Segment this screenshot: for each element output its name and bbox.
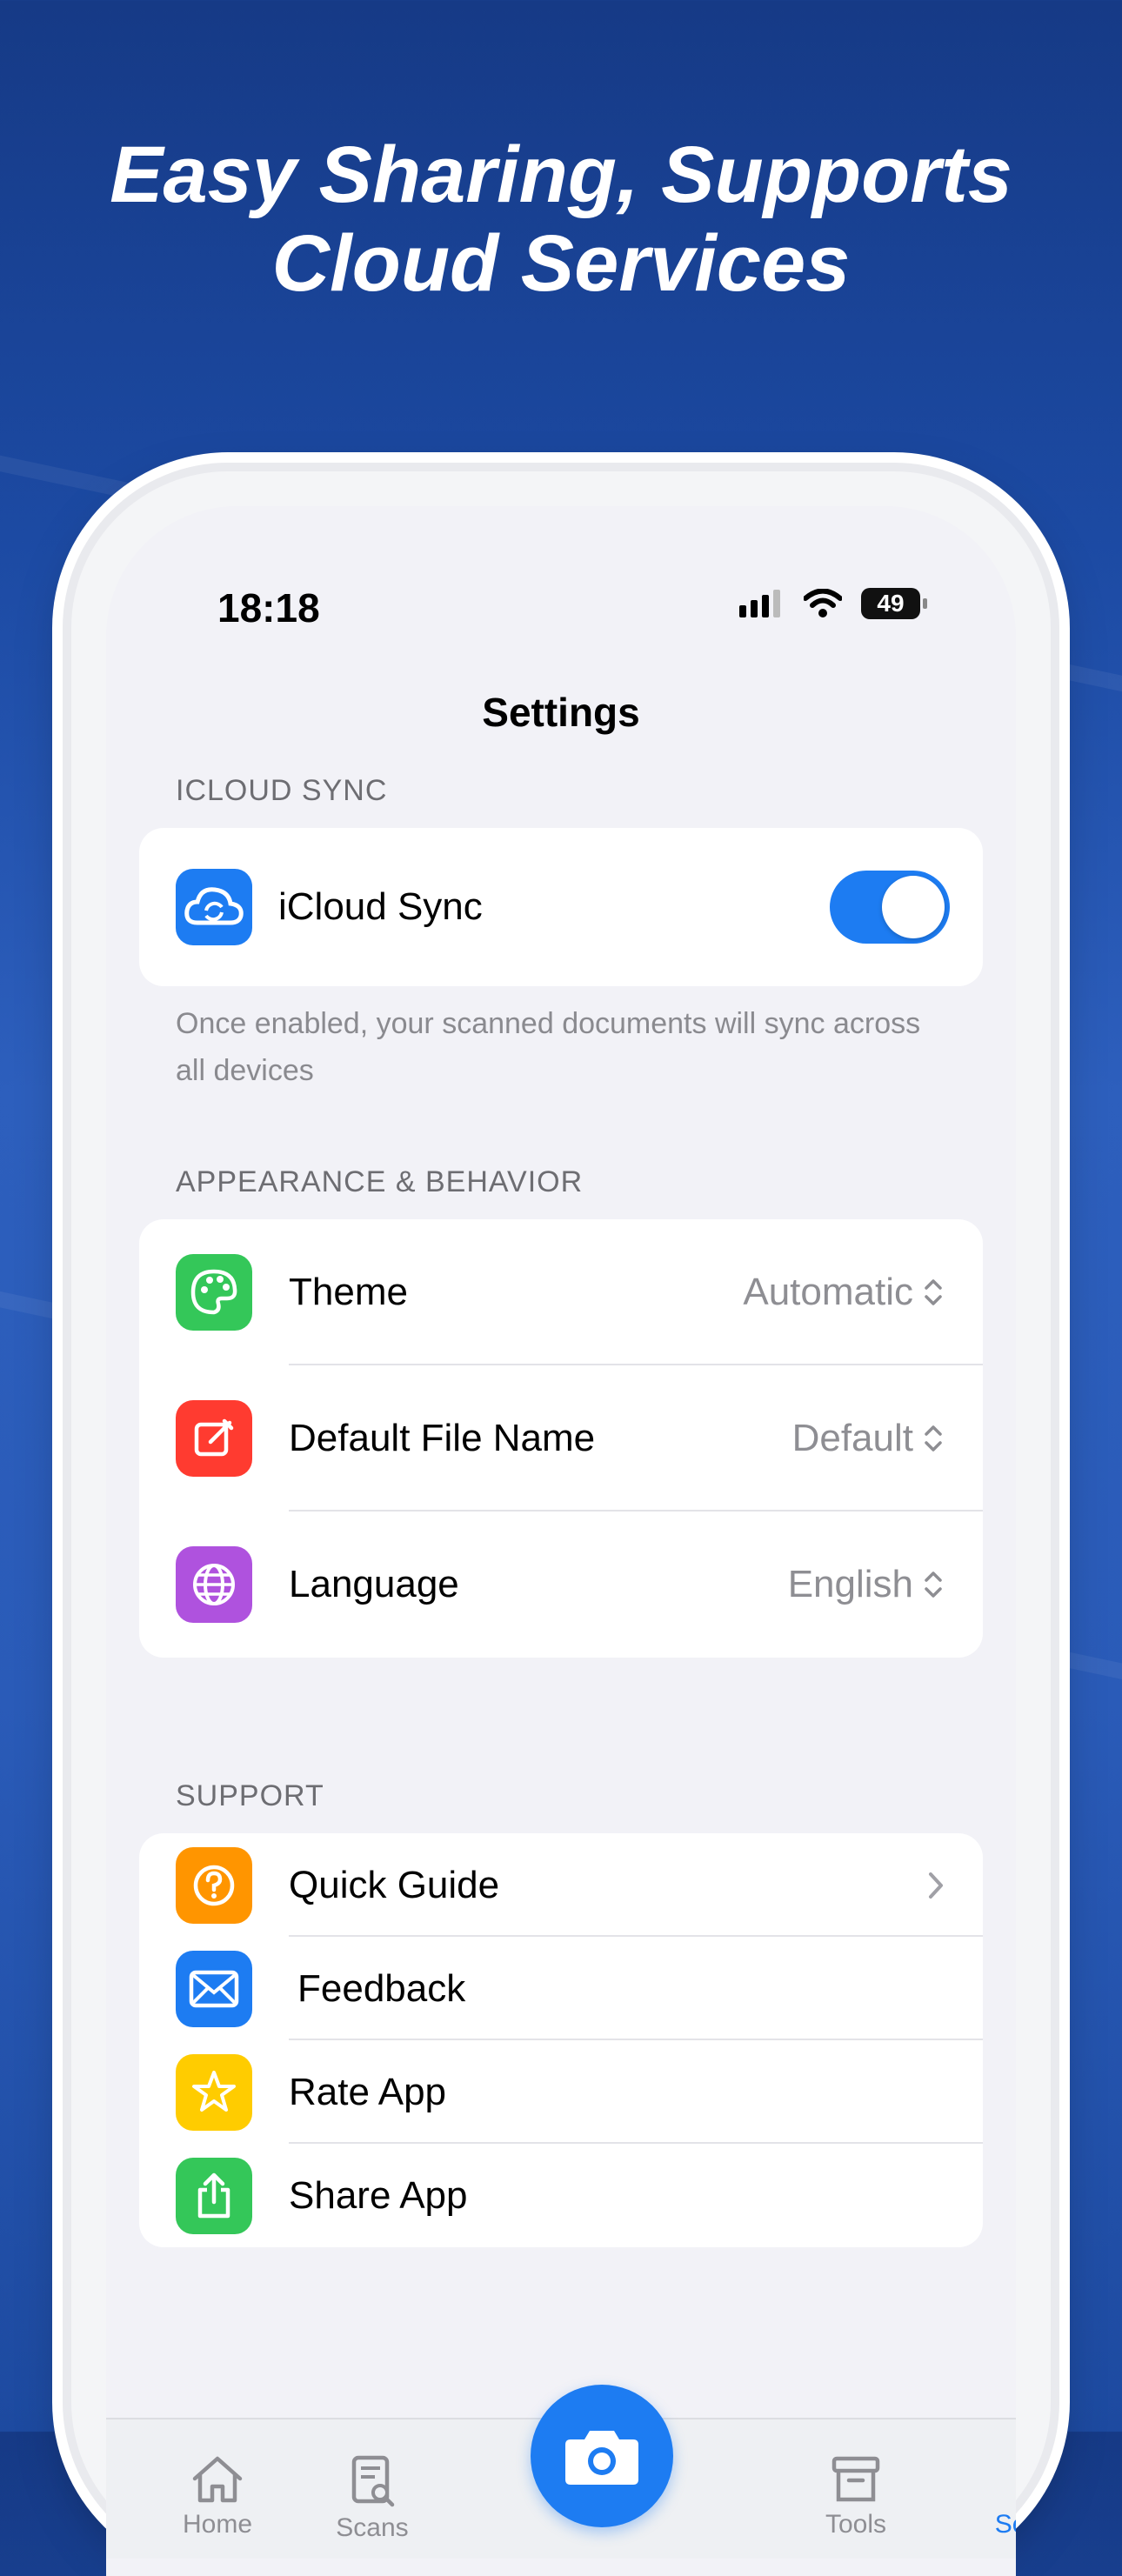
icloud-sync-row: iCloud Sync [139, 828, 983, 986]
settings-row-share-app[interactable]: Share App [139, 2144, 983, 2247]
share-icon [176, 2157, 252, 2234]
rate-app-label: Rate App [289, 2070, 447, 2113]
home-icon [192, 2456, 243, 2503]
tools-icon [831, 2456, 880, 2502]
globe-icon [176, 1546, 252, 1623]
tab-settings-label: Settings [994, 2510, 1016, 2539]
section-header-icloud: ICLOUD SYNC [176, 774, 388, 807]
tab-settings[interactable]: Settings [972, 2454, 1016, 2539]
chevron-up-down-icon [925, 1425, 942, 1452]
settings-row-default-file-name[interactable]: Default File Name Default [139, 1365, 983, 1512]
tab-bar: Home Scans Tools S [106, 2385, 1016, 2559]
tab-scans-label: Scans [336, 2513, 409, 2542]
language-value-text: English [787, 1563, 913, 1605]
icloud-sync-label: iCloud Sync [278, 885, 483, 928]
section-header-support: SUPPORT [176, 1779, 324, 1812]
quick-guide-label: Quick Guide [289, 1863, 500, 1906]
camera-icon [565, 2431, 638, 2485]
tab-tools-label: Tools [825, 2510, 887, 2539]
star-icon [176, 2053, 252, 2131]
phone-side-button [57, 1061, 66, 1209]
cloud-sync-icon [176, 869, 252, 945]
appearance-card: Theme Automatic Default File Name Defaul… [139, 1219, 983, 1658]
settings-row-theme[interactable]: Theme Automatic [139, 1219, 983, 1365]
settings-row-quick-guide[interactable]: Quick Guide [139, 1833, 983, 1937]
tab-home-label: Home [182, 2510, 253, 2539]
phone-side-button [1056, 1113, 1065, 1348]
icloud-card: iCloud Sync [139, 828, 983, 986]
wifi-icon [804, 589, 842, 617]
tab-home[interactable]: Home [148, 2454, 287, 2539]
chevron-up-down-icon [925, 1572, 942, 1598]
status-time: 18:18 [217, 585, 320, 631]
camera-scan-button[interactable] [531, 2385, 673, 2527]
settings-row-feedback[interactable]: Feedback [139, 1937, 983, 2040]
status-bar: 18:18 49 [106, 584, 1016, 637]
tab-scans[interactable]: Scans [303, 2454, 442, 2543]
edit-icon [176, 1400, 252, 1477]
settings-row-language[interactable]: Language English [139, 1512, 983, 1658]
question-icon [176, 1846, 252, 1924]
battery-indicator: 49 [861, 588, 927, 619]
feedback-label: Feedback [297, 1966, 466, 2010]
chevron-up-down-icon [925, 1279, 942, 1305]
chevron-right-icon [929, 1872, 943, 1899]
default-file-name-value[interactable]: Default [792, 1417, 943, 1460]
icloud-footnote: Once enabled, your scanned documents wil… [176, 1007, 921, 1087]
signal-icon [739, 590, 780, 617]
icloud-sync-toggle[interactable] [830, 871, 950, 944]
settings-row-rate-app[interactable]: Rate App [139, 2040, 983, 2144]
language-label: Language [289, 1563, 459, 1605]
phone-side-button [57, 1252, 66, 1400]
theme-value-text: Automatic [743, 1271, 913, 1313]
default-file-name-value-text: Default [791, 1417, 913, 1459]
section-header-appearance: APPEARANCE & BEHAVIOR [176, 1165, 584, 1198]
phone-side-button [57, 896, 66, 983]
palette-icon [176, 1254, 252, 1331]
support-card: Quick Guide Feedback Rate App Share App [139, 1833, 983, 2247]
tab-tools[interactable]: Tools [786, 2454, 925, 2539]
mail-icon [176, 1950, 252, 2027]
language-value[interactable]: English [788, 1563, 943, 1606]
marketing-headline: Easy Sharing, Supports Cloud Services [0, 130, 1122, 308]
phone-screen: 18:18 49 Settings ICLOUD SYNC iCloud Syn… [106, 506, 1016, 2576]
theme-label: Theme [289, 1271, 408, 1313]
status-icons: 49 [739, 588, 927, 619]
default-file-name-label: Default File Name [289, 1417, 596, 1459]
theme-value[interactable]: Automatic [743, 1271, 943, 1314]
page-title: Settings [482, 690, 640, 735]
headline-line-1: Easy Sharing, Supports [110, 130, 1012, 219]
headline-line-2: Cloud Services [271, 219, 851, 308]
share-app-label: Share App [289, 2173, 468, 2217]
phone-frame: 18:18 49 Settings ICLOUD SYNC iCloud Syn… [71, 471, 1051, 2576]
scans-icon [351, 2455, 395, 2507]
